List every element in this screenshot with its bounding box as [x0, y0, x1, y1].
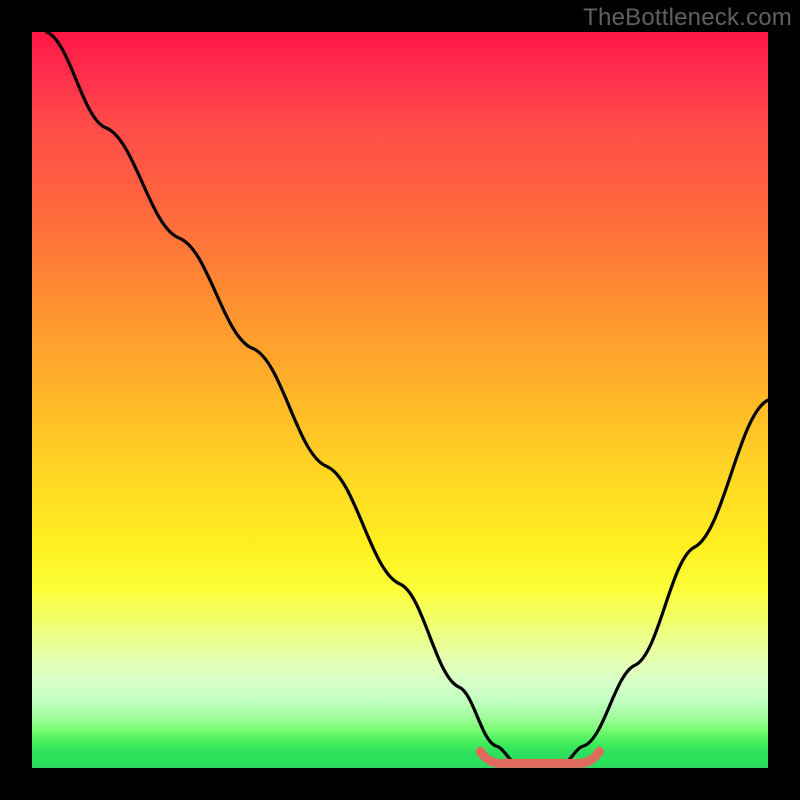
curve-svg	[32, 32, 768, 768]
chart-frame: TheBottleneck.com	[0, 0, 800, 800]
watermark-text: TheBottleneck.com	[583, 4, 792, 32]
bottleneck-curve	[47, 32, 768, 764]
optimal-marker	[480, 751, 599, 763]
plot-area	[32, 32, 768, 768]
